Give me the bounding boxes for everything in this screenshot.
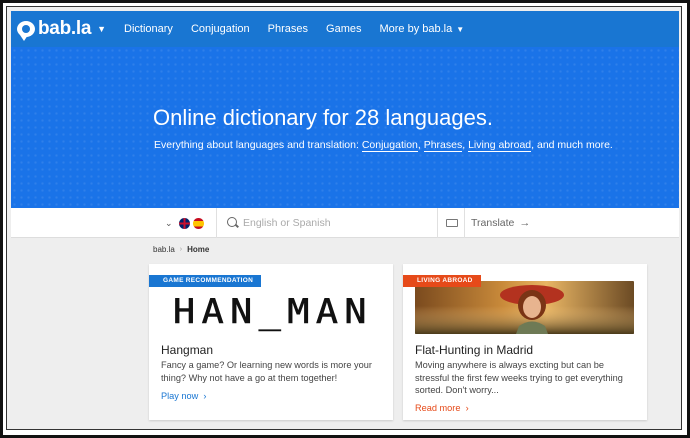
breadcrumb: bab.la › Home (153, 245, 209, 254)
nav-more-by-babla[interactable]: More by bab.la ▼ (379, 23, 464, 35)
hero-title: Online dictionary for 28 languages. (153, 105, 493, 130)
chevron-down-icon: ⌄ (165, 217, 173, 228)
play-now-label: Play now (161, 391, 199, 401)
chevron-right-icon: › (200, 391, 207, 401)
top-nav: bab.la ▼ Dictionary Conjugation Phrases … (11, 11, 679, 47)
read-more-link[interactable]: Read more › (415, 403, 469, 413)
uk-flag-icon (178, 217, 190, 229)
woman-photo (415, 281, 634, 334)
arrow-right-icon: → (519, 217, 531, 229)
logo-text: bab.la (38, 18, 92, 39)
card-hangman[interactable]: GAME RECOMMENDATION HAN_MAN Hangman Fanc… (149, 264, 393, 420)
translate-label: Translate (471, 217, 515, 229)
keyboard-button[interactable] (437, 208, 465, 238)
search-icon (227, 217, 237, 227)
logo[interactable]: bab.la ▼ (17, 18, 106, 41)
hangman-illustration: HAN_MAN (173, 292, 373, 333)
nav-conjugation[interactable]: Conjugation (191, 23, 250, 35)
card-flat-hunting[interactable]: LIVING ABROAD Flat-Hunting in Madrid Mov… (403, 264, 647, 420)
breadcrumb-root[interactable]: bab.la (153, 245, 175, 254)
chevron-down-icon[interactable]: ▼ (97, 24, 106, 34)
card-badge: LIVING ABROAD (403, 275, 481, 287)
language-selector[interactable]: ⌄ (159, 208, 217, 238)
search-bar: ⌄ Translate → (11, 208, 679, 238)
chevron-right-icon: › (463, 403, 469, 413)
nav-dictionary[interactable]: Dictionary (124, 23, 173, 35)
chevron-down-icon: ▼ (456, 25, 465, 34)
hero-banner: Online dictionary for 28 languages. Ever… (11, 47, 679, 208)
chevron-right-icon: › (179, 246, 183, 253)
hero-link-conjugation[interactable]: Conjugation (361, 139, 418, 152)
breadcrumb-current: Home (187, 245, 210, 254)
page: bab.la ▼ Dictionary Conjugation Phrases … (6, 6, 682, 430)
nav-more-label: More by bab.la (379, 23, 453, 35)
keyboard-icon (446, 219, 458, 227)
search-input[interactable] (243, 214, 433, 232)
nav-games[interactable]: Games (326, 23, 361, 35)
card-text: Fancy a game? Or learning new words is m… (161, 360, 372, 383)
hangman-art-text: HAN_MAN (173, 292, 373, 332)
read-more-label: Read more (415, 403, 461, 413)
es-flag-icon (192, 217, 204, 229)
hero-subtitle: Everything about languages and translati… (154, 139, 613, 152)
hero-subtitle-suffix: , and much more. (531, 139, 613, 151)
nav-phrases[interactable]: Phrases (268, 23, 308, 35)
play-now-link[interactable]: Play now › (161, 391, 206, 401)
card-text: Moving anywhere is always excting but ca… (415, 360, 623, 395)
speech-bubble-icon (17, 21, 35, 41)
translate-button[interactable]: Translate → (471, 208, 530, 238)
card-title: Flat-Hunting in Madrid (415, 343, 534, 357)
hero-link-living-abroad[interactable]: Living abroad (468, 139, 532, 152)
hero-link-phrases[interactable]: Phrases (423, 139, 463, 152)
card-title: Hangman (161, 343, 214, 357)
hero-subtitle-prefix: Everything about languages and translati… (154, 139, 359, 151)
